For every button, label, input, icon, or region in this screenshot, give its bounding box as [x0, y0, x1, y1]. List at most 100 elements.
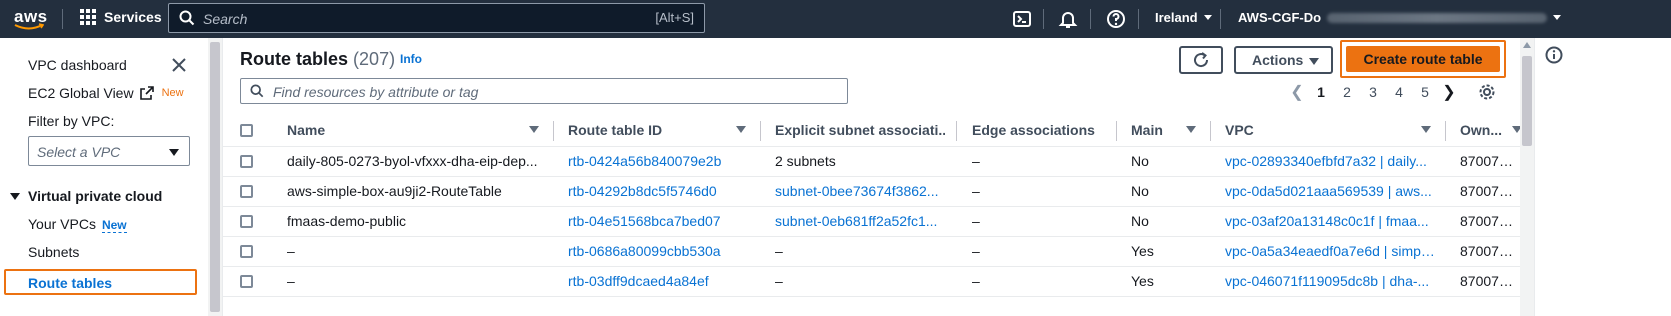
main-scrollbar[interactable]: [1520, 38, 1534, 316]
table-row[interactable]: – rtb-03dff9dcaed4a84ef – – Yes vpc-0460…: [222, 266, 1520, 297]
page-3[interactable]: 3: [1360, 84, 1386, 100]
info-panel-icon[interactable]: [1545, 46, 1563, 64]
cell-main: Yes: [1131, 243, 1154, 259]
refresh-button[interactable]: [1179, 46, 1223, 74]
actions-dropdown-button[interactable]: Actions: [1234, 46, 1333, 74]
sort-caret-icon[interactable]: [1186, 126, 1196, 133]
help-icon[interactable]: [1105, 8, 1127, 30]
page-5[interactable]: 5: [1412, 84, 1438, 100]
cell-subnet-associations: –: [775, 243, 783, 259]
cell-vpc[interactable]: vpc-02893340efbfd7a32 | daily...: [1225, 153, 1435, 169]
column-header-explicit-subnet[interactable]: Explicit subnet associati...: [775, 122, 945, 138]
sidebar-scrollbar[interactable]: [208, 38, 222, 316]
column-header-edge-associations[interactable]: Edge associations: [972, 122, 1122, 138]
page-4[interactable]: 4: [1386, 84, 1412, 100]
create-route-table-focus-ring: Create route table: [1340, 40, 1506, 78]
scrollbar-thumb[interactable]: [1522, 56, 1532, 146]
cell-route-table-id[interactable]: rtb-04e51568bca7bed07: [568, 213, 753, 229]
page-1[interactable]: 1: [1308, 84, 1334, 100]
global-search[interactable]: [Alt+S]: [168, 3, 705, 33]
resource-filter-input[interactable]: [271, 81, 835, 103]
row-checkbox[interactable]: [240, 245, 253, 258]
aws-logo[interactable]: aws: [14, 5, 47, 33]
expand-caret-icon: [10, 192, 20, 200]
cell-edge: –: [972, 153, 980, 169]
cell-route-table-id[interactable]: rtb-0686a80099cbb530a: [568, 243, 753, 259]
column-divider[interactable]: [1210, 121, 1211, 141]
subnet-count-popover[interactable]: 2 subnets: [775, 153, 836, 169]
row-checkbox[interactable]: [240, 185, 253, 198]
cell-subnet-associations[interactable]: 2 subnets: [775, 153, 836, 169]
select-all-checkbox[interactable]: [240, 124, 253, 137]
right-help-rail: [1534, 38, 1671, 316]
cloudshell-icon[interactable]: [1011, 8, 1033, 30]
table-header: Name Route table ID Explicit subnet asso…: [222, 116, 1522, 147]
sidebar-item-label: Your VPCs: [28, 216, 96, 232]
row-checkbox[interactable]: [240, 155, 253, 168]
cell-name: fmaas-demo-public: [287, 213, 407, 229]
section-virtual-private-cloud[interactable]: Virtual private cloud: [10, 188, 162, 204]
sort-caret-icon[interactable]: [1421, 126, 1431, 133]
cell-name: –: [287, 273, 295, 289]
scrollbar-thumb[interactable]: [210, 42, 220, 312]
notifications-bell-icon[interactable]: [1057, 8, 1079, 30]
caret-down-icon: [169, 149, 179, 156]
table-row[interactable]: daily-805-0273-byol-vfxxx-dha-eip-dep...…: [222, 146, 1520, 177]
account-menu[interactable]: AWS-CGF-Do: [1238, 10, 1562, 25]
column-header-main[interactable]: Main: [1131, 122, 1191, 138]
column-header-owner[interactable]: Own...: [1460, 122, 1510, 138]
scroll-up-arrow-icon[interactable]: [1523, 42, 1531, 48]
section-title: Virtual private cloud: [28, 188, 163, 204]
settings-gear-icon[interactable]: [1478, 83, 1496, 101]
cell-owner: 870076...: [1460, 213, 1518, 229]
cell-route-table-id[interactable]: rtb-03dff9dcaed4a84ef: [568, 273, 753, 289]
create-route-table-button[interactable]: Create route table: [1346, 46, 1500, 72]
services-menu-button[interactable]: Services: [80, 9, 162, 25]
table-row[interactable]: aws-simple-box-au9ji2-RouteTable rtb-042…: [222, 176, 1520, 207]
column-divider[interactable]: [760, 121, 761, 141]
cell-vpc[interactable]: vpc-0da5d021aaa569539 | aws...: [1225, 183, 1435, 199]
row-checkbox[interactable]: [240, 275, 253, 288]
table-row[interactable]: fmaas-demo-public rtb-04e51568bca7bed07 …: [222, 206, 1520, 237]
previous-page-icon[interactable]: ❮: [1286, 82, 1308, 102]
column-divider[interactable]: [1116, 121, 1117, 141]
info-link[interactable]: Info: [400, 52, 422, 66]
column-divider[interactable]: [553, 121, 554, 141]
sidebar-item-label: EC2 Global View: [28, 85, 134, 101]
column-divider[interactable]: [956, 121, 957, 141]
page-2[interactable]: 2: [1334, 84, 1360, 100]
table-row[interactable]: – rtb-0686a80099cbb530a – – Yes vpc-0a5a…: [222, 236, 1520, 267]
cell-subnet-associations[interactable]: subnet-0eb681ff2a52fc1...: [775, 213, 950, 229]
cell-route-table-id[interactable]: rtb-04292b8dc5f5746d0: [568, 183, 753, 199]
column-divider[interactable]: [1445, 121, 1446, 141]
refresh-icon: [1194, 52, 1209, 68]
cell-vpc[interactable]: vpc-046071f119095dc8b | dha-...: [1225, 273, 1435, 289]
sidebar-item-route-tables[interactable]: Route tables: [4, 269, 197, 295]
cell-route-table-id[interactable]: rtb-0424a56b840079e2b: [568, 153, 753, 169]
global-search-input[interactable]: [201, 7, 605, 31]
sort-caret-icon[interactable]: [529, 126, 539, 133]
cell-main: No: [1131, 183, 1149, 199]
redacted-account-text: [1327, 12, 1548, 23]
cell-subnet-associations[interactable]: subnet-0bee73674f3862...: [775, 183, 950, 199]
next-page-icon[interactable]: ❯: [1438, 82, 1460, 102]
sort-caret-icon[interactable]: [736, 126, 746, 133]
column-header-route-table-id[interactable]: Route table ID: [568, 122, 728, 138]
column-header-vpc[interactable]: VPC: [1225, 122, 1405, 138]
sidebar-item-ec2-global-view[interactable]: EC2 Global View New: [28, 85, 184, 101]
column-header-name[interactable]: Name: [287, 122, 517, 138]
sidebar-item-subnets[interactable]: Subnets: [28, 244, 79, 260]
region-selector[interactable]: Ireland: [1155, 10, 1212, 25]
cell-vpc[interactable]: vpc-03af20a13148c0c1f | fmaa...: [1225, 213, 1435, 229]
sidebar-item-your-vpcs[interactable]: Your VPCs New: [28, 216, 127, 233]
cell-vpc[interactable]: vpc-0a5a34eaedf0a7e6d | simpl...: [1225, 243, 1435, 259]
sidebar-item-vpc-dashboard[interactable]: VPC dashboard: [28, 57, 127, 73]
main-left-border: [222, 38, 223, 316]
filter-by-vpc-label: Filter by VPC:: [28, 113, 115, 129]
close-icon[interactable]: [172, 58, 186, 72]
vpc-filter-select[interactable]: Select a VPC: [28, 136, 190, 166]
nav-divider: [1220, 9, 1221, 29]
resource-filter[interactable]: [240, 78, 848, 104]
resource-count: (207): [353, 49, 396, 69]
row-checkbox[interactable]: [240, 215, 253, 228]
